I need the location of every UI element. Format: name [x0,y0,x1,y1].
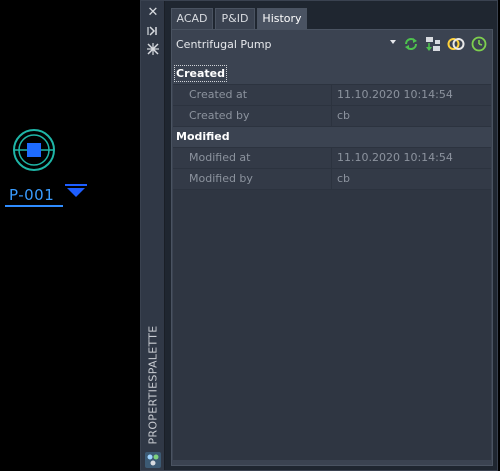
property-row-modified-at[interactable]: Modified at 11.10.2020 10:14:54 [173,148,491,169]
history-icon[interactable] [470,35,488,53]
property-value: cb [337,109,351,122]
group-header-created[interactable]: Created [173,64,491,85]
palette-settings-icon[interactable] [145,452,161,468]
tab-acad[interactable]: ACAD [171,8,213,29]
property-row-modified-by[interactable]: Modified by cb [173,169,491,190]
column-divider [331,148,332,168]
auto-hide-icon[interactable] [145,25,161,39]
tag-underline [5,205,63,207]
tag-marker-arrow-icon [65,184,87,197]
object-type-dropdown[interactable]: Centrifugal Pump [174,36,398,54]
property-name: Modified at [189,151,251,164]
pump-symbol[interactable] [12,128,56,172]
property-value: 11.10.2020 10:14:54 [337,151,453,164]
tab-pid[interactable]: P&ID [215,8,255,29]
group-label: Created [174,65,227,82]
property-name: Created by [189,109,250,122]
palette-title: PROPERTIESPALETTE [142,325,164,445]
properties-palette: ✕ PROPERTIESPALETTE ACAD P&ID History Ce… [140,0,498,471]
group-header-modified[interactable]: Modified [173,127,491,148]
column-divider [331,85,332,105]
history-property-grid: Created Created at 11.10.2020 10:14:54 C… [173,64,491,190]
property-row-created-by[interactable]: Created by cb [173,106,491,127]
close-icon[interactable]: ✕ [145,6,161,20]
property-name: Modified by [189,172,253,185]
column-divider [331,169,332,189]
property-row-created-at[interactable]: Created at 11.10.2020 10:14:54 [173,85,491,106]
property-value: cb [337,172,351,185]
palette-title-text: PROPERTIESPALETTE [146,325,160,445]
properties-icon[interactable] [145,43,161,57]
property-grid-empty-area [173,190,491,460]
group-label: Modified [176,130,230,143]
column-divider [331,106,332,126]
filter-icon[interactable] [447,35,465,53]
equipment-tag-label[interactable]: P-001 [9,186,54,204]
select-object-icon[interactable] [424,35,442,53]
object-type-value: Centrifugal Pump [176,38,272,51]
palette-title-strip: ✕ PROPERTIESPALETTE [141,1,165,470]
property-value: 11.10.2020 10:14:54 [337,88,453,101]
property-name: Created at [189,88,248,101]
chevron-down-icon [390,40,396,44]
tab-history[interactable]: History [257,8,307,29]
history-panel: Centrifugal Pump Created Created at 11.1… [171,29,493,466]
refresh-icon[interactable] [402,35,420,53]
